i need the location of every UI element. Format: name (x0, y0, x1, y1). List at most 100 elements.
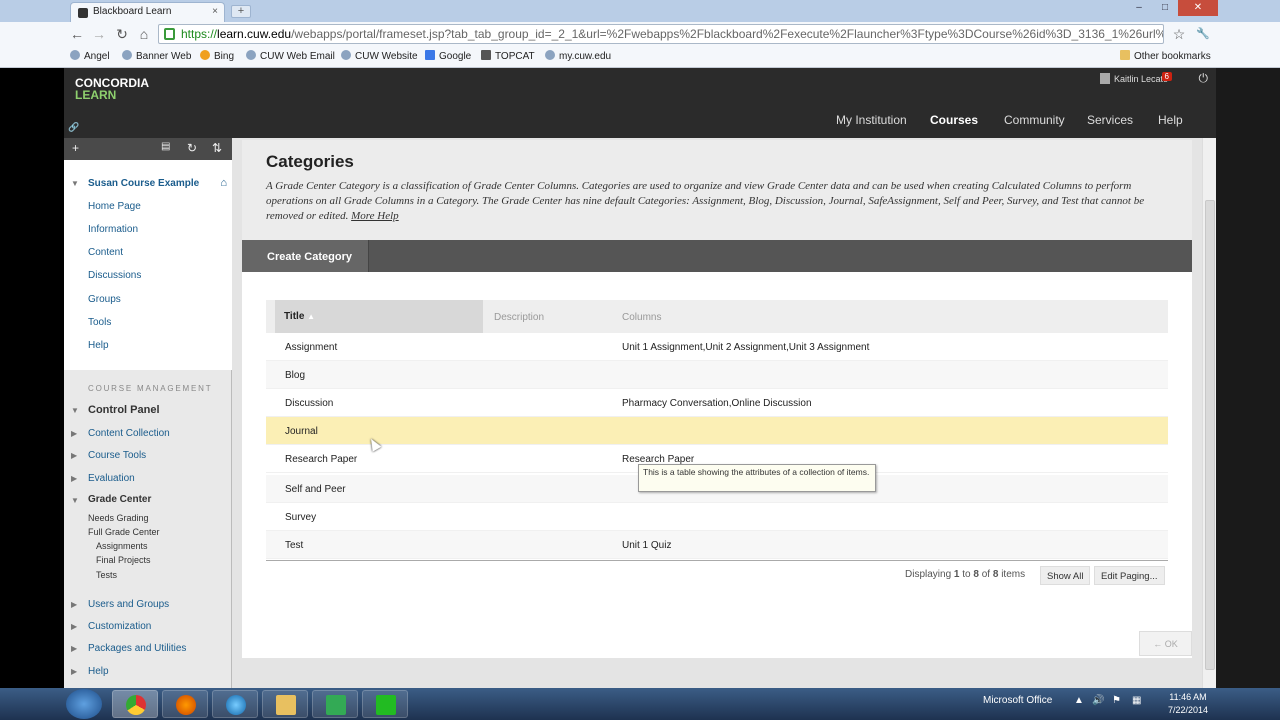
folder-view-icon[interactable]: ▤ (161, 141, 170, 152)
cm-help[interactable]: Help (88, 666, 109, 677)
packages-and-utilities[interactable]: Packages and Utilities (88, 643, 186, 654)
content-collection[interactable]: Content Collection (88, 428, 170, 439)
back-icon[interactable]: ← (68, 25, 86, 43)
expand-triangle-icon[interactable]: ▼ (71, 406, 79, 415)
page-scrollbar[interactable] (1202, 138, 1216, 688)
smart-view-tests[interactable]: Tests (96, 570, 117, 580)
expand-triangle-icon[interactable]: ▶ (71, 622, 77, 631)
expand-triangle-icon[interactable]: ▶ (71, 600, 77, 609)
sidebar-item-help[interactable]: Help (88, 340, 109, 351)
notification-badge[interactable]: 6 (1161, 72, 1172, 81)
taskbar-internet-explorer[interactable] (212, 690, 258, 718)
table-row[interactable]: Assignment Unit 1 Assignment,Unit 2 Assig… (266, 333, 1168, 361)
clock[interactable]: 11:46 AM 7/22/2014 (1168, 691, 1208, 717)
link-icon[interactable]: 🔗 (68, 122, 79, 133)
refresh-icon[interactable]: ↻ (187, 141, 197, 155)
taskbar-explorer[interactable] (262, 690, 308, 718)
expand-triangle-icon[interactable]: ▶ (71, 667, 77, 676)
expand-triangle-icon[interactable]: ▶ (71, 474, 77, 483)
smart-view-assignments[interactable]: Assignments (96, 541, 148, 551)
table-row[interactable]: Journal (266, 417, 1168, 445)
logo-learn[interactable]: LEARN (75, 88, 116, 102)
forward-icon[interactable]: → (90, 25, 108, 43)
tab-close-icon[interactable]: × (212, 6, 218, 17)
users-and-groups[interactable]: Users and Groups (88, 599, 169, 610)
table-row[interactable]: Survey (266, 503, 1168, 531)
bookmark-bing[interactable]: Bing (200, 50, 234, 62)
sidebar-item-home-page[interactable]: Home Page (88, 201, 141, 212)
sort-by-title[interactable]: Title ▲ (275, 300, 483, 333)
tray-label[interactable]: Microsoft Office (983, 695, 1052, 706)
reorder-icon[interactable]: ⇅ (212, 141, 222, 155)
close-window-button[interactable]: ✕ (1178, 0, 1218, 16)
taskbar-app[interactable] (312, 690, 358, 718)
create-category-button[interactable]: Create Category (242, 240, 369, 272)
more-help-link[interactable]: More Help (351, 210, 399, 222)
tab-services[interactable]: Services (1087, 113, 1133, 127)
add-menu-item-icon[interactable]: + (72, 141, 79, 155)
reload-icon[interactable]: ↻ (113, 25, 131, 43)
sidebar-item-content[interactable]: Content (88, 247, 123, 258)
logout-icon[interactable]: ⏻ (1199, 71, 1209, 86)
bookmark-my-cuw[interactable]: my.cuw.edu (545, 50, 611, 62)
taskbar-chrome[interactable] (112, 690, 158, 718)
sidebar-item-groups[interactable]: Groups (88, 294, 121, 305)
address-bar[interactable]: https://learn.cuw.edu/webapps/portal/fra… (158, 24, 1164, 44)
full-grade-center[interactable]: Full Grade Center (88, 527, 160, 537)
bookmark-banner-web[interactable]: Banner Web (122, 50, 191, 62)
folder-icon (1120, 50, 1130, 60)
expand-triangle-icon[interactable]: ▶ (71, 429, 77, 438)
bookmark-star-icon[interactable]: ☆ (1170, 25, 1188, 43)
evaluation[interactable]: Evaluation (88, 473, 135, 484)
edit-paging-button[interactable]: Edit Paging... (1094, 566, 1165, 585)
control-panel[interactable]: Control Panel (88, 404, 160, 416)
network-icon[interactable]: ▦ (1132, 695, 1141, 706)
needs-grading[interactable]: Needs Grading (88, 513, 149, 523)
collapse-triangle-icon[interactable]: ▼ (71, 179, 79, 188)
sidebar-item-discussions[interactable]: Discussions (88, 270, 141, 281)
taskbar-recorder[interactable] (362, 690, 408, 718)
expand-triangle-icon[interactable]: ▶ (71, 644, 77, 653)
scrollbar-thumb[interactable] (1205, 200, 1215, 670)
wrench-icon[interactable]: 🔧 (1194, 25, 1212, 43)
other-bookmarks[interactable]: Other bookmarks (1120, 50, 1211, 62)
customization[interactable]: Customization (88, 621, 151, 632)
grade-center[interactable]: Grade Center (88, 494, 151, 505)
maximize-button[interactable]: □ (1152, 0, 1178, 16)
tab-my-institution[interactable]: My Institution (836, 113, 907, 127)
start-button[interactable] (66, 689, 102, 719)
column-columns[interactable]: Columns (622, 312, 661, 323)
sidebar-item-information[interactable]: Information (88, 224, 138, 235)
taskbar-firefox[interactable] (162, 690, 208, 718)
browser-tab[interactable]: Blackboard Learn × (70, 2, 225, 22)
table-row[interactable]: Blog (266, 361, 1168, 389)
smart-view-final-projects[interactable]: Final Projects (96, 555, 151, 565)
bookmark-google[interactable]: Google (425, 50, 471, 62)
tab-title: Blackboard Learn (93, 6, 172, 17)
new-tab-button[interactable]: + (231, 5, 251, 18)
sidebar-item-tools[interactable]: Tools (88, 317, 111, 328)
volume-icon[interactable]: 🔊 (1092, 695, 1104, 706)
expand-triangle-icon[interactable]: ▶ (71, 451, 77, 460)
user-menu[interactable]: Kaitlin Lecato (1099, 73, 1168, 84)
table-row[interactable]: Test Unit 1 Quiz (266, 531, 1168, 559)
collapse-triangle-icon[interactable]: ▼ (71, 496, 79, 505)
bookmark-topcat[interactable]: TOPCAT (481, 50, 535, 62)
tab-community[interactable]: Community (1004, 113, 1065, 127)
bookmark-angel[interactable]: Angel (70, 50, 110, 62)
course-tools[interactable]: Course Tools (88, 450, 146, 461)
tab-help[interactable]: Help (1158, 113, 1183, 127)
bookmark-cuw-website[interactable]: CUW Website (341, 50, 418, 62)
course-title[interactable]: Susan Course Example (88, 178, 199, 189)
tray-arrow-icon[interactable]: ▲ (1074, 695, 1084, 706)
home-icon[interactable]: ⌂ (220, 177, 227, 189)
minimize-button[interactable]: – (1126, 0, 1152, 16)
tab-courses[interactable]: Courses (930, 113, 978, 145)
flag-icon[interactable]: ⚑ (1112, 695, 1121, 706)
home-icon[interactable]: ⌂ (135, 25, 153, 43)
ok-button[interactable]: ← OK (1139, 631, 1192, 656)
column-description[interactable]: Description (494, 312, 544, 323)
table-row[interactable]: Discussion Pharmacy Conversation,Online D… (266, 389, 1168, 417)
show-all-button[interactable]: Show All (1040, 566, 1091, 585)
bookmark-cuw-web-email[interactable]: CUW Web Email (246, 50, 335, 62)
